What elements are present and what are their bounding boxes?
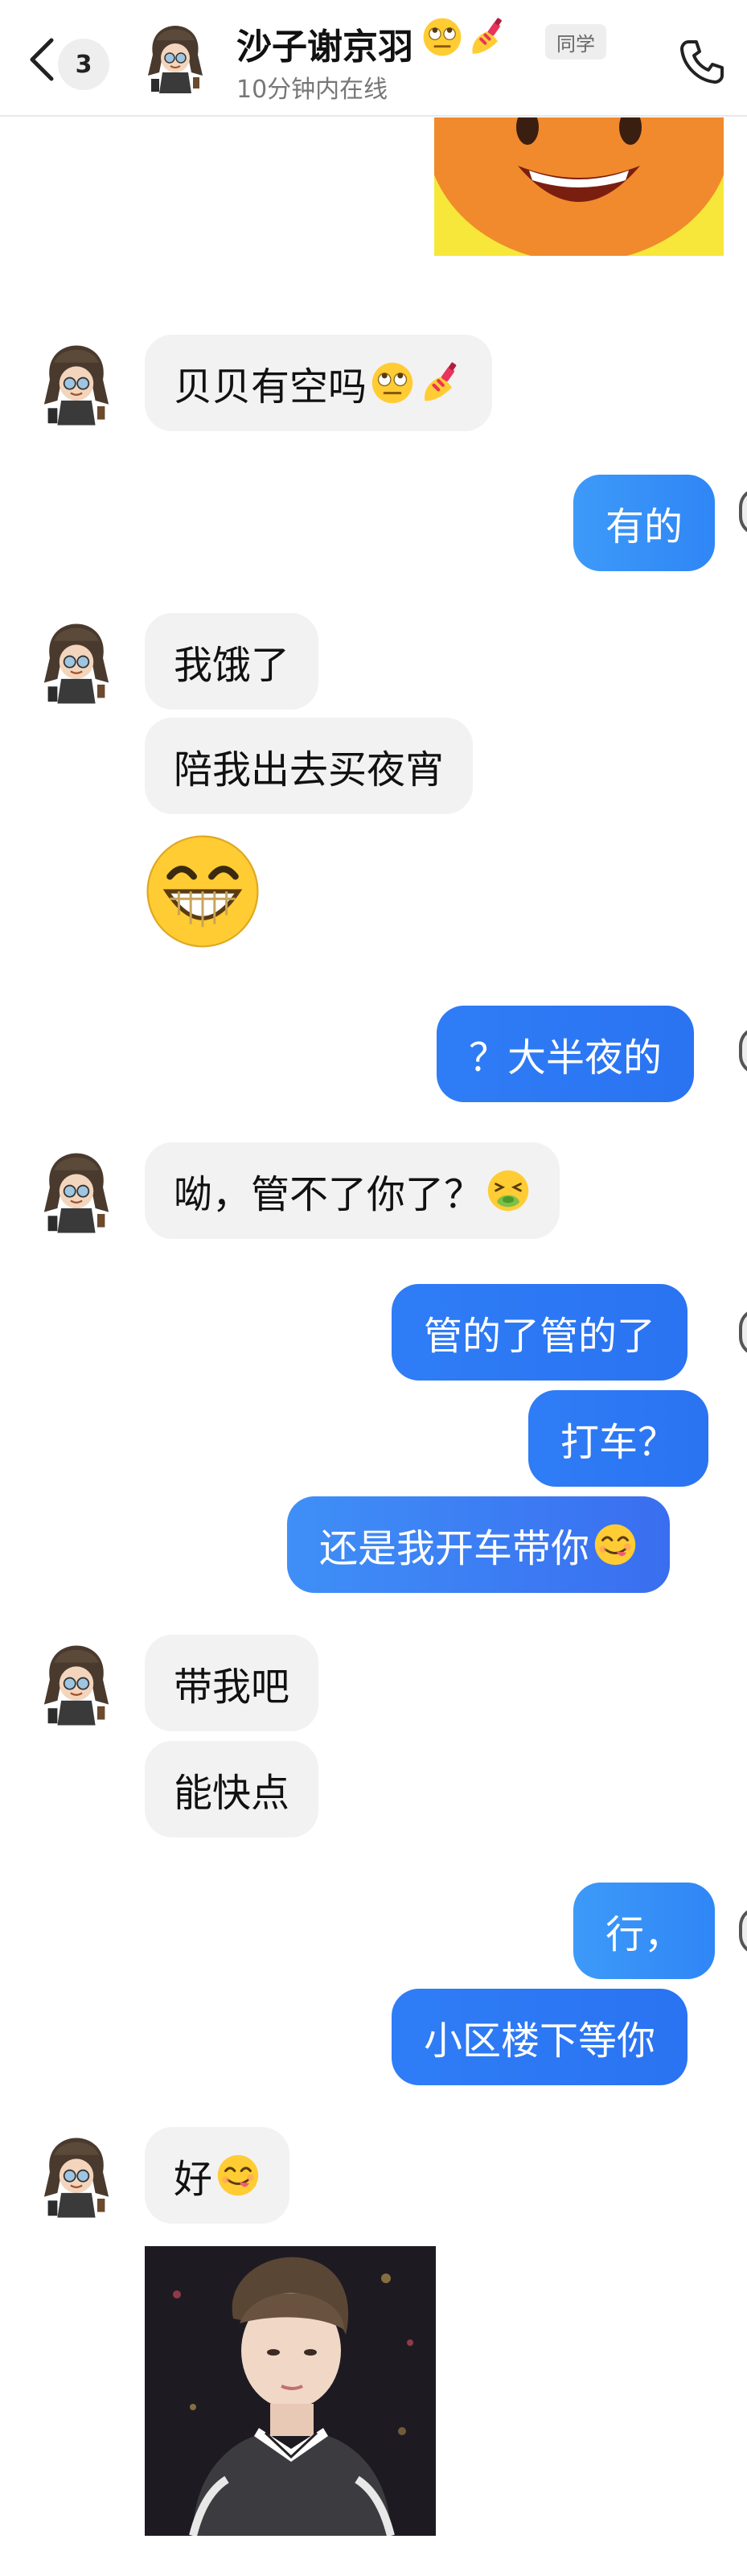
my-avatar-edge[interactable]	[739, 1907, 747, 1955]
incoming-message-bubble[interactable]: 呦，管不了你了？	[145, 1142, 560, 1239]
message-text: 带我吧	[174, 1665, 290, 1710]
message-text: 还是我开车带你	[319, 1526, 590, 1571]
contact-avatar[interactable]	[29, 1146, 124, 1241]
outgoing-message-bubble[interactable]: 行，	[573, 1883, 716, 1979]
boy-photo	[145, 2246, 436, 2536]
incoming-message-bubble[interactable]: 好	[145, 2127, 290, 2224]
unread-count-badge[interactable]: 3	[58, 39, 109, 90]
eye-roll-emoji-icon	[421, 16, 463, 58]
eye-roll-emoji-icon	[370, 360, 415, 405]
nail-polish-emoji-icon	[466, 16, 508, 58]
contact-avatar[interactable]	[135, 19, 215, 100]
incoming-message-bubble[interactable]: 陪我出去买夜宵	[145, 718, 474, 814]
message-text: 有的	[605, 504, 683, 549]
smiling-face-sticker	[434, 117, 724, 256]
message-text: 打车？	[560, 1420, 677, 1465]
message-text: 行，	[605, 1912, 683, 1957]
outgoing-message-bubble[interactable]: 管的了管的了	[392, 1284, 688, 1381]
chevron-left-icon	[30, 38, 54, 81]
nail-polish-emoji-icon	[418, 360, 463, 405]
message-text: 陪我出去买夜宵	[174, 747, 445, 792]
message-text: 我饿了	[174, 643, 290, 688]
outgoing-message-bubble[interactable]: 小区楼下等你	[392, 1989, 688, 2085]
message-text: ？大半夜的	[469, 1035, 663, 1080]
contact-avatar[interactable]	[29, 1638, 124, 1733]
message-text: 小区楼下等你	[424, 2018, 656, 2064]
outgoing-message-bubble[interactable]: ？大半夜的	[437, 1006, 695, 1102]
chat-header: 3 沙子谢京羽 同学 10分钟内在线	[0, 0, 747, 117]
message-text: 好	[174, 2157, 213, 2202]
message-text: 能快点	[174, 1771, 290, 1816]
incoming-message-bubble[interactable]: 能快点	[145, 1741, 319, 1837]
incoming-message-bubble[interactable]: 贝贝有空吗	[145, 335, 493, 431]
outgoing-message-bubble[interactable]: 有的	[573, 475, 716, 571]
contact-avatar[interactable]	[29, 616, 124, 711]
grinning-face-emoji-icon[interactable]	[143, 832, 262, 951]
incoming-message-bubble[interactable]: 带我吧	[145, 1635, 319, 1731]
incoming-message-bubble[interactable]: 我饿了	[145, 613, 319, 710]
yum-face-emoji-icon	[593, 1522, 638, 1567]
call-button[interactable]	[677, 37, 727, 87]
phone-icon	[680, 40, 724, 84]
outgoing-message-bubble[interactable]: 打车？	[528, 1390, 709, 1487]
nauseated-face-emoji-icon	[486, 1168, 531, 1213]
my-avatar-edge[interactable]	[739, 488, 747, 536]
message-text: 呦，管不了你了？	[174, 1172, 483, 1217]
my-avatar-edge[interactable]	[739, 1308, 747, 1356]
contact-avatar[interactable]	[29, 2130, 124, 2225]
message-text: 管的了管的了	[424, 1314, 656, 1359]
message-text: 贝贝有空吗	[174, 364, 367, 409]
contact-name: 沙子谢京羽	[236, 27, 413, 68]
contact-avatar[interactable]	[29, 338, 124, 433]
yum-face-emoji-icon	[215, 2153, 261, 2198]
outgoing-message-bubble[interactable]: 还是我开车带你	[287, 1496, 671, 1593]
online-status: 10分钟内在线	[236, 76, 388, 104]
relation-badge[interactable]: 同学	[545, 24, 606, 60]
image-message[interactable]	[145, 2246, 436, 2536]
sticker-message[interactable]	[434, 117, 724, 256]
back-button[interactable]	[23, 35, 63, 84]
my-avatar-edge[interactable]	[739, 1027, 747, 1075]
